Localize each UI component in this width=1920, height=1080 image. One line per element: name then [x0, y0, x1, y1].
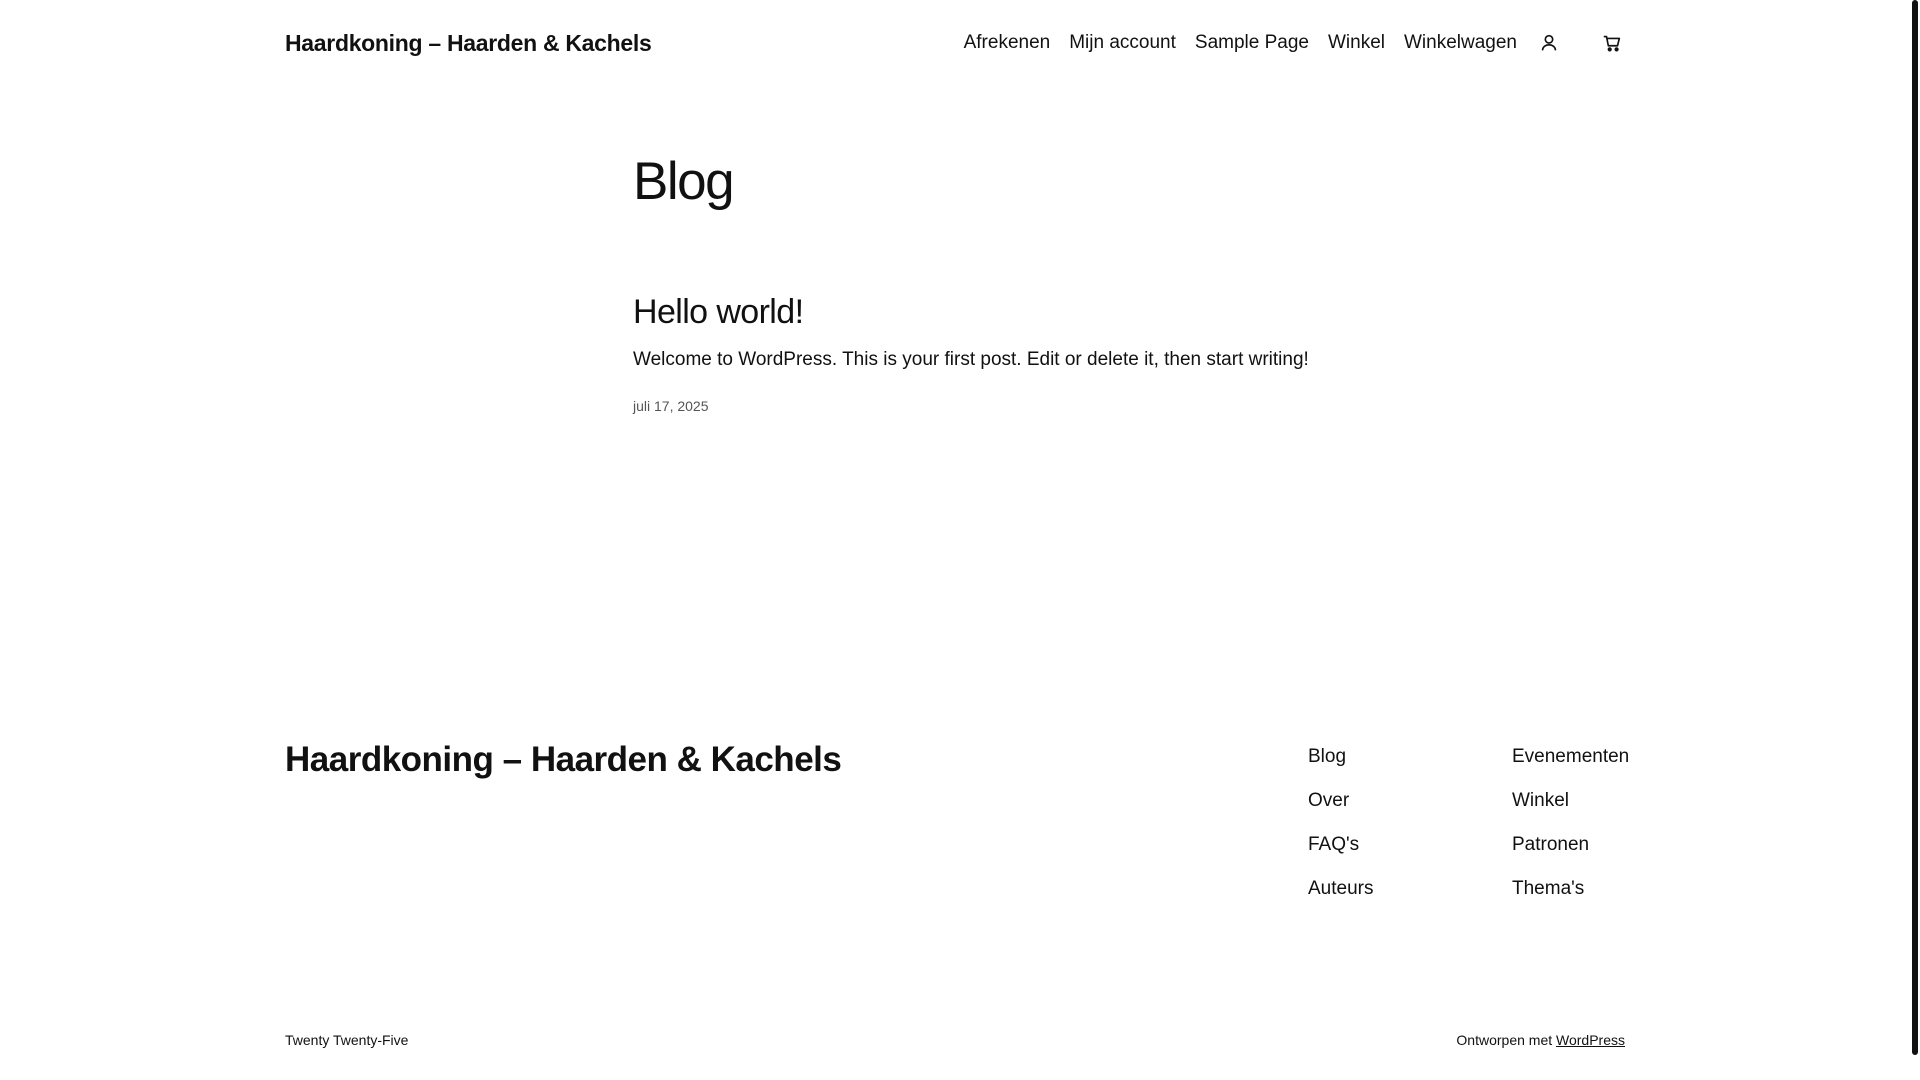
nav-item-afrekenen[interactable]: Afrekenen	[964, 32, 1051, 54]
page-title: Blog	[633, 152, 735, 211]
footer-link-over[interactable]: Over	[1308, 788, 1373, 814]
footer-nav-col2: Evenementen Winkel Patronen Thema's	[1512, 744, 1629, 902]
cart-icon[interactable]	[1599, 30, 1625, 56]
footer-bottom: Twenty Twenty-Five Ontworpen met WordPre…	[285, 1032, 1625, 1048]
nav-item-winkelwagen[interactable]: Winkelwagen	[1404, 32, 1517, 54]
nav-item-winkel[interactable]: Winkel	[1328, 32, 1385, 54]
main-content: Blog Hello world! Welcome to WordPress. …	[633, 150, 1333, 414]
post-item: Hello world! Welcome to WordPress. This …	[633, 290, 1333, 414]
main-nav: Afrekenen Mijn account Sample Page Winke…	[964, 30, 1625, 56]
scrollbar-thumb[interactable]	[1912, 0, 1918, 1055]
footer-link-evenementen[interactable]: Evenementen	[1512, 744, 1629, 770]
footer-credit: Ontworpen met WordPress	[1456, 1032, 1625, 1048]
post-excerpt: Welcome to WordPress. This is your first…	[633, 349, 1309, 370]
page: Haardkoning – Haarden & Kachels Afrekene…	[0, 0, 1920, 1080]
theme-name: Twenty Twenty-Five	[285, 1032, 409, 1048]
site-header: Haardkoning – Haarden & Kachels Afrekene…	[285, 20, 1625, 66]
footer-link-winkel[interactable]: Winkel	[1512, 788, 1629, 814]
footer-link-patronen[interactable]: Patronen	[1512, 832, 1629, 858]
post-title-link[interactable]: Hello world!	[633, 290, 1333, 334]
footer-nav-col1: Blog Over FAQ's Auteurs	[1308, 744, 1373, 902]
footer-site-title[interactable]: Haardkoning – Haarden & Kachels	[285, 740, 842, 780]
nav-item-mijn-account[interactable]: Mijn account	[1069, 32, 1176, 54]
footer-link-themas[interactable]: Thema's	[1512, 876, 1629, 902]
nav-item-sample-page[interactable]: Sample Page	[1195, 32, 1309, 54]
footer-link-faqs[interactable]: FAQ's	[1308, 832, 1373, 858]
credit-prefix: Ontworpen met	[1456, 1032, 1553, 1048]
post-date[interactable]: juli 17, 2025	[633, 398, 1333, 414]
footer-link-auteurs[interactable]: Auteurs	[1308, 876, 1373, 902]
footer-link-blog[interactable]: Blog	[1308, 744, 1373, 770]
scrollbar[interactable]	[1911, 0, 1920, 1080]
user-icon[interactable]	[1536, 30, 1562, 56]
site-title[interactable]: Haardkoning – Haarden & Kachels	[285, 30, 652, 57]
wordpress-link[interactable]: WordPress	[1556, 1032, 1625, 1048]
